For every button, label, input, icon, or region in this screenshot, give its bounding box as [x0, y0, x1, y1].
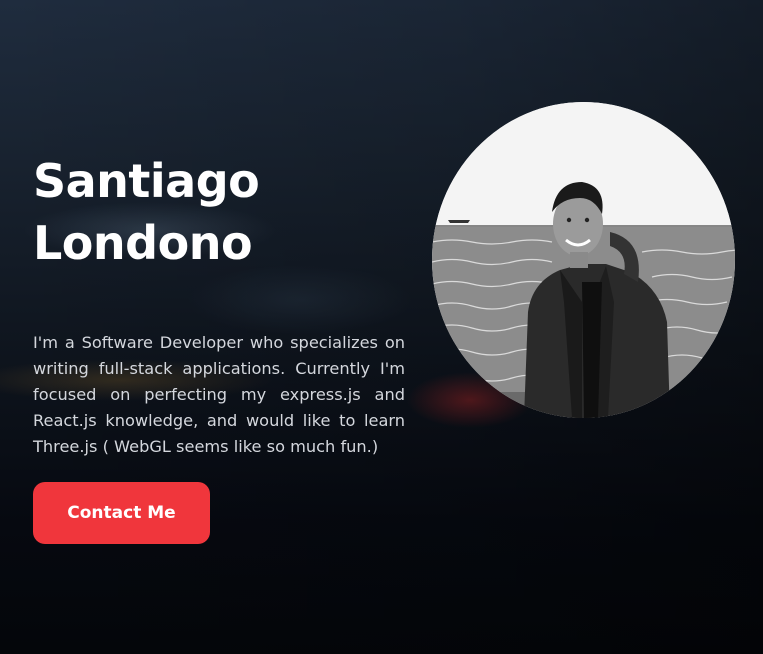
hero-name-first: Santiago [33, 154, 260, 208]
hero-name: Santiago Londono [33, 150, 260, 274]
profile-photo-icon [432, 102, 735, 418]
hero-bio: I'm a Software Developer who specializes… [33, 333, 405, 456]
profile-photo-avatar [432, 102, 735, 418]
hero-name-last: Londono [33, 216, 253, 270]
contact-me-button[interactable]: Contact Me [33, 482, 210, 544]
